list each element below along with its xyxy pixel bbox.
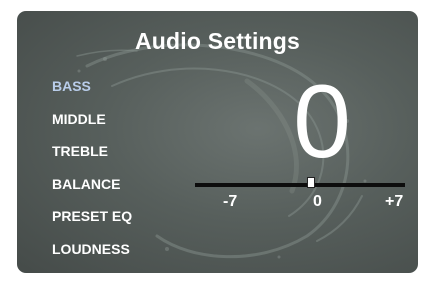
menu-item-preset-eq[interactable]: PRESET EQ [52, 207, 132, 240]
menu-item-middle[interactable]: MIDDLE [52, 110, 132, 143]
slider-mid-label: 0 [313, 193, 322, 210]
audio-settings-menu: BASS MIDDLE TREBLE BALANCE PRESET EQ LOU… [52, 77, 132, 272]
slider-track[interactable] [195, 183, 405, 187]
current-value-display: 0 [293, 64, 351, 180]
menu-item-balance[interactable]: BALANCE [52, 175, 132, 208]
slider-min-label: -7 [223, 193, 238, 210]
menu-item-treble[interactable]: TREBLE [52, 142, 132, 175]
menu-item-bass[interactable]: BASS [52, 77, 132, 110]
menu-item-loudness[interactable]: LOUDNESS [52, 240, 132, 273]
bass-level-slider[interactable]: -7 0 +7 [195, 177, 405, 217]
slider-max-label: +7 [385, 193, 404, 210]
slider-thumb[interactable] [306, 177, 315, 188]
audio-settings-panel: Audio Settings BASS MIDDLE TREBLE BALANC… [17, 11, 418, 273]
page-title: Audio Settings [134, 28, 301, 54]
